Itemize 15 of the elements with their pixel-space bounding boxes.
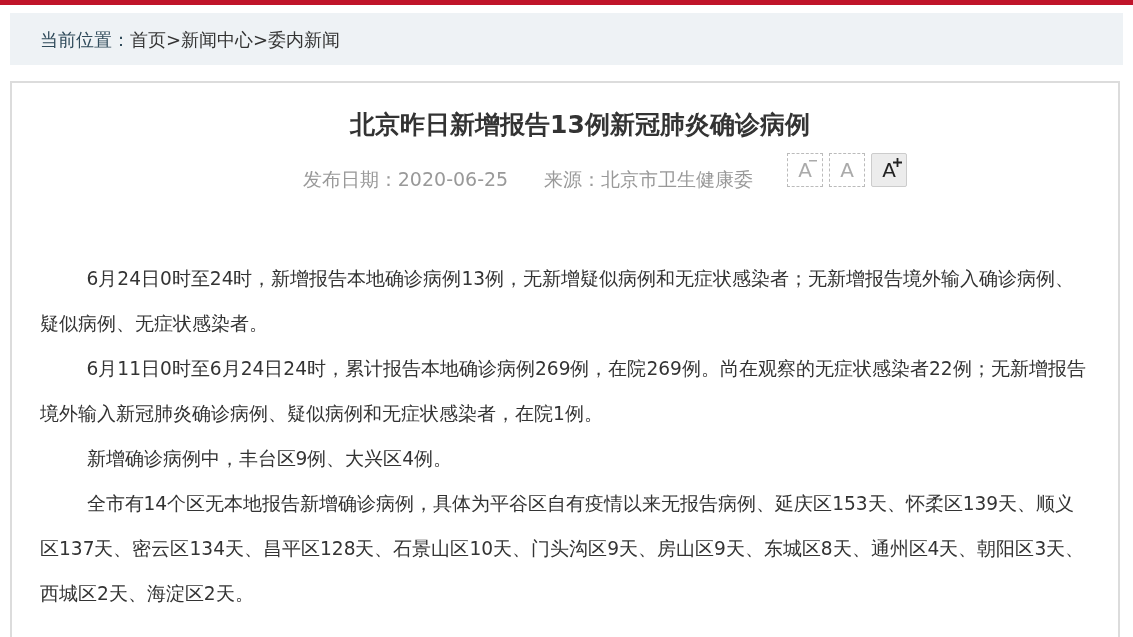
article-paragraph: 6月24日0时至24时，新增报告本地确诊病例13例，无新增疑似病例和无症状感染者；无新增报告境外输入确诊病例、疑似病例、无症状感染者。 xyxy=(40,266,1076,336)
breadcrumb-label: 当前位置： xyxy=(40,27,130,52)
minus-icon xyxy=(809,160,818,164)
article-paragraph: 6月11日0时至6月24日24时，累计报告本地确诊病例269例，在院269例。尚在观察的无症状感染者22例；无新增报告境外输入新冠肺炎确诊病例、疑似病例和无症状感染者，在院1例。 xyxy=(40,356,1087,426)
breadcrumb-link[interactable]: 首页 xyxy=(130,25,166,53)
breadcrumb-separator: > xyxy=(166,27,182,52)
breadcrumb-separator: > xyxy=(253,27,269,52)
publish-date: 发布日期：2020-06-25 xyxy=(302,167,509,192)
article-title: 北京昨日新增报告13例新冠肺炎确诊病例 xyxy=(348,109,811,141)
article-paragraph: 新增确诊病例中，丰台区9例、大兴区4例。 xyxy=(85,446,454,471)
font-size-button[interactable]: A xyxy=(871,153,908,188)
article-paragraph: 全市有14个区无本地报告新增确诊病例，具体为平谷区自有疫情以来无报告病例、延庆区153天、怀柔区139天、顺义区137天、密云区134天、昌平区128天、石景山区10天、门头沟区9天、房山区9天、东城区8天、通州区4天、朝阳区3天、西城区2天、海淀区2天。 xyxy=(40,491,1086,606)
breadcrumb-link[interactable]: 委内新闻 xyxy=(268,25,341,53)
breadcrumb-link[interactable]: 新闻中心 xyxy=(181,25,254,53)
article-source: 来源：北京市卫生健康委 xyxy=(544,167,754,192)
